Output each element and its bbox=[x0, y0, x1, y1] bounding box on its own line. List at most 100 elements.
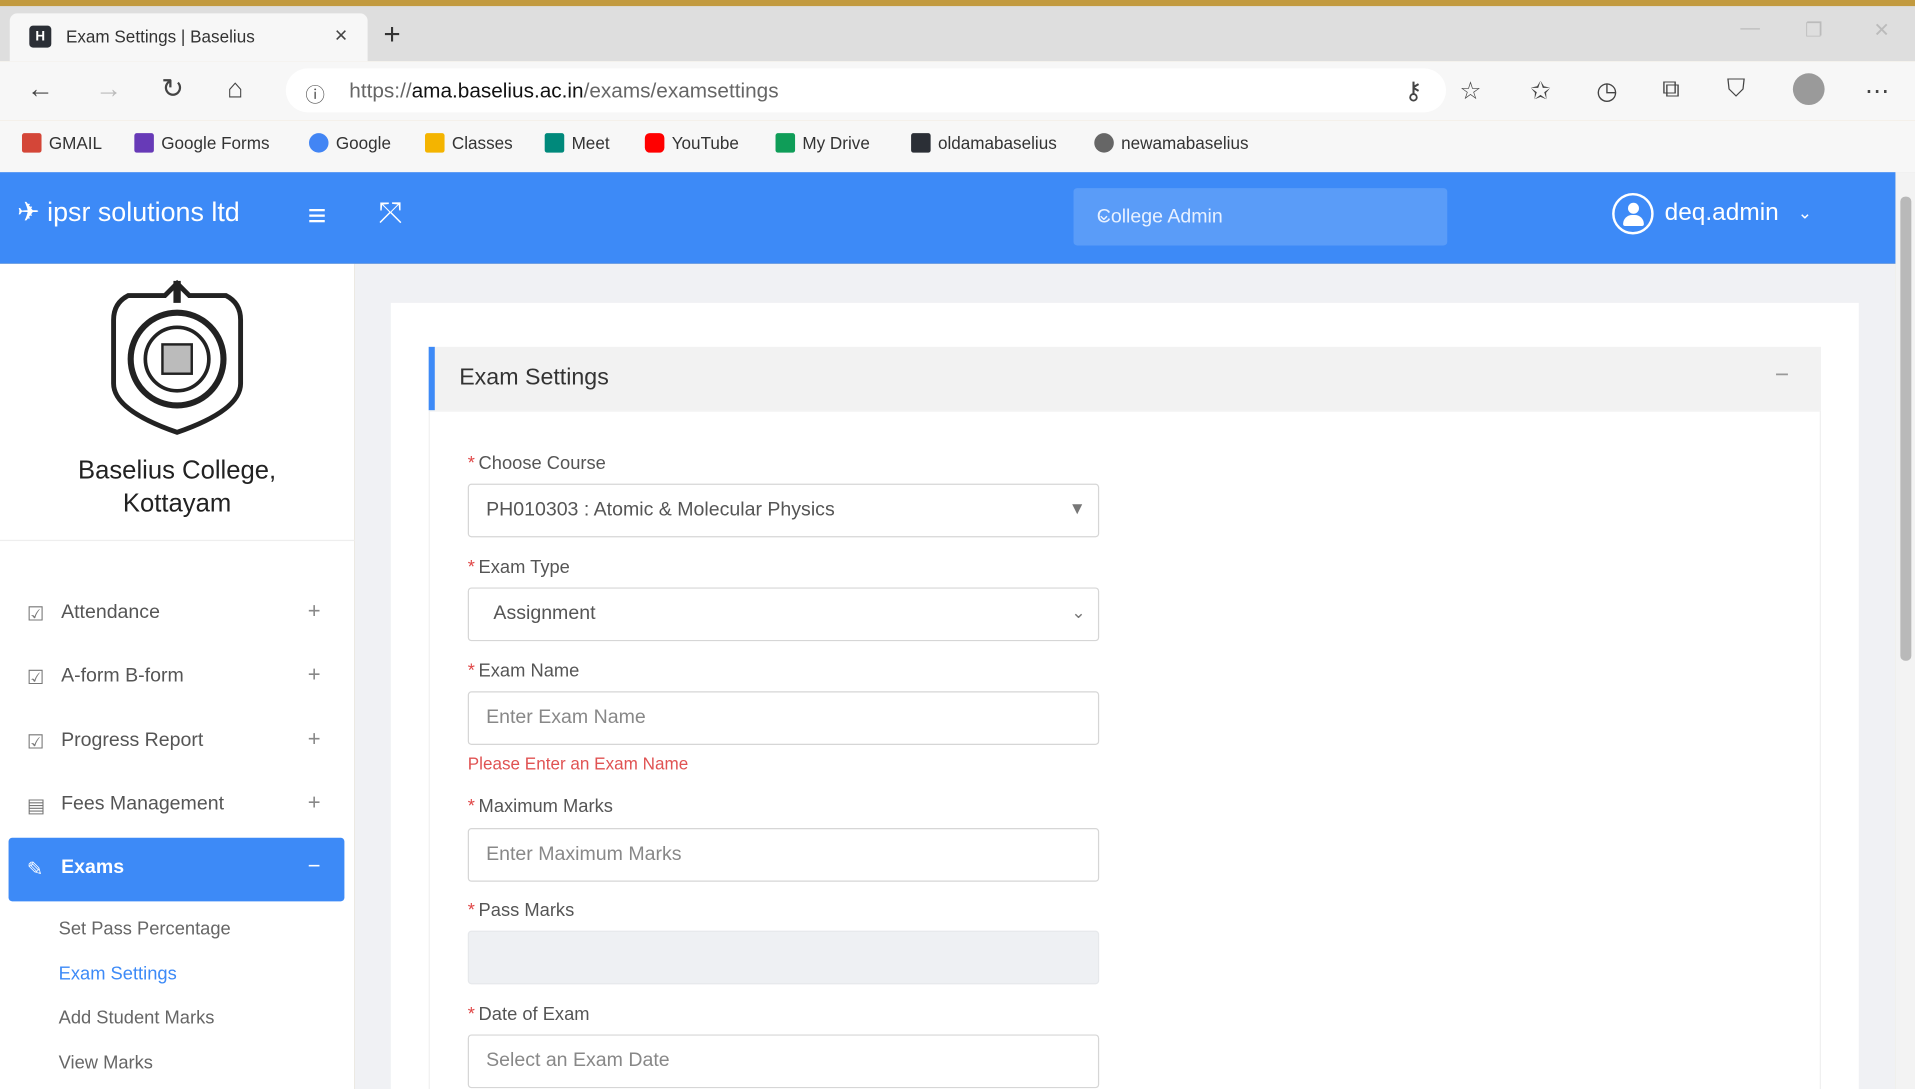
tab-title: Exam Settings | Baselius bbox=[65, 26, 255, 47]
checkbox-icon: ☑ bbox=[26, 732, 45, 754]
more-menu-icon[interactable]: ⋯ bbox=[1865, 76, 1889, 107]
subnav-add-student-marks[interactable]: Add Student Marks bbox=[59, 1008, 215, 1029]
brand-bird-icon: ✈ bbox=[17, 196, 40, 228]
window-close-icon[interactable]: ✕ bbox=[1873, 18, 1889, 42]
chevron-down-icon: ⌄ bbox=[1797, 202, 1813, 223]
tab-close-icon[interactable]: × bbox=[335, 23, 348, 49]
forward-arrow-icon[interactable]: → bbox=[95, 73, 122, 105]
bookmark-my-drive[interactable]: My Drive bbox=[775, 133, 870, 153]
max-marks-input[interactable]: Enter Maximum Marks bbox=[467, 828, 1100, 882]
sidebar-item-attendance[interactable]: ☑ Attendance + bbox=[0, 583, 354, 644]
gmail-icon bbox=[21, 133, 42, 153]
collections-icon[interactable]: ⧉ bbox=[1662, 76, 1679, 104]
sidebar-divider bbox=[0, 539, 355, 542]
chevron-down-icon: ⌄ bbox=[1071, 602, 1086, 622]
panel-title: Exam Settings bbox=[459, 365, 609, 391]
bookmark-youtube[interactable]: YouTube bbox=[644, 133, 739, 153]
exam-date-label: * Date of Exam bbox=[467, 1003, 590, 1025]
user-avatar-icon bbox=[1612, 192, 1654, 235]
exam-date-placeholder: Select an Exam Date bbox=[486, 1050, 670, 1072]
expand-plus-icon[interactable]: + bbox=[308, 662, 321, 688]
panel-header: Exam Settings − bbox=[428, 346, 1821, 411]
subnav-view-marks[interactable]: View Marks bbox=[59, 1053, 153, 1074]
new-ama-icon bbox=[1094, 133, 1114, 153]
minimize-icon[interactable]: — bbox=[1740, 18, 1760, 40]
panel-collapse-icon[interactable]: − bbox=[1775, 362, 1789, 390]
exam-type-value: Assignment bbox=[493, 603, 596, 625]
exam-name-error: Please Enter an Exam Name bbox=[467, 753, 689, 774]
add-favorite-icon[interactable]: ☆ bbox=[1459, 76, 1481, 107]
checkbox-icon: ☑ bbox=[26, 604, 45, 626]
bookmark-google[interactable]: Google bbox=[308, 133, 391, 153]
reload-icon[interactable]: ↻ bbox=[161, 73, 184, 105]
edit-icon: ✎ bbox=[26, 859, 44, 881]
site-info-icon[interactable]: ⓘ bbox=[305, 78, 325, 107]
old-ama-icon bbox=[911, 133, 931, 153]
menu-toggle-icon[interactable]: ≡ bbox=[308, 197, 327, 235]
sidebar-item-label: Attendance bbox=[61, 602, 160, 623]
username: deq.admin bbox=[1664, 199, 1779, 226]
extensions-icon[interactable]: ⛉ bbox=[1727, 76, 1745, 104]
expand-plus-icon[interactable]: + bbox=[308, 790, 321, 816]
maximize-icon[interactable]: ❐ bbox=[1805, 18, 1823, 42]
subnav-set-pass-percentage[interactable]: Set Pass Percentage bbox=[59, 918, 231, 939]
sidebar-item-label: A-form B-form bbox=[61, 665, 184, 687]
pass-marks-label: * Pass Marks bbox=[467, 900, 575, 921]
sidebar: Baselius College, Kottayam ☑ Attendance … bbox=[0, 263, 355, 1089]
sidebar-item-aform-bform[interactable]: ☑ A-form B-form + bbox=[0, 646, 354, 707]
max-marks-label: * Maximum Marks bbox=[467, 796, 613, 818]
drive-icon bbox=[775, 133, 796, 153]
college-crest-icon bbox=[111, 279, 244, 435]
course-select[interactable]: PH010303 : Atomic & Molecular Physics ▼ bbox=[467, 483, 1100, 538]
bookmarks-bar: GMAIL Google Forms Google Classes Meet Y… bbox=[0, 120, 1915, 174]
profile-avatar-icon[interactable] bbox=[1792, 73, 1825, 106]
sidebar-item-label: Exams bbox=[61, 857, 125, 879]
chevron-down-icon: ⌄ bbox=[1096, 203, 1112, 224]
key-icon[interactable]: ⚷ bbox=[1404, 76, 1422, 107]
browser-tab[interactable]: H Exam Settings | Baselius × bbox=[9, 13, 368, 62]
expand-plus-icon[interactable]: + bbox=[308, 727, 321, 753]
exam-date-input[interactable]: Select an Exam Date bbox=[467, 1034, 1100, 1089]
exam-type-label: * Exam Type bbox=[467, 556, 570, 578]
bookmark-newamabaselius[interactable]: newamabaselius bbox=[1094, 133, 1249, 153]
exam-type-select[interactable]: Assignment ⌄ bbox=[467, 587, 1100, 642]
expand-plus-icon[interactable]: + bbox=[308, 598, 321, 624]
bookmark-google-forms[interactable]: Google Forms bbox=[134, 133, 270, 153]
bookmark-classes[interactable]: Classes bbox=[425, 133, 513, 153]
browser-tab-strip: H Exam Settings | Baselius × + — ❐ ✕ bbox=[0, 6, 1915, 62]
pass-marks-input bbox=[467, 930, 1100, 985]
checkbox-icon: ☑ bbox=[26, 668, 45, 689]
role-select[interactable]: College Admin ⌄ bbox=[1073, 188, 1448, 246]
address-bar[interactable]: ⓘ https://ama.baselius.ac.in/exams/exams… bbox=[285, 68, 1447, 113]
exam-name-label: * Exam Name bbox=[467, 660, 580, 682]
scrollbar-thumb[interactable] bbox=[1900, 196, 1912, 661]
home-icon[interactable]: ⌂ bbox=[227, 73, 243, 105]
fullscreen-icon[interactable]: ⤧ bbox=[379, 197, 402, 231]
url-text: https://ama.baselius.ac.in/exams/examset… bbox=[349, 79, 779, 103]
new-tab-button[interactable]: + bbox=[383, 18, 400, 52]
exam-name-placeholder: Enter Exam Name bbox=[486, 707, 646, 728]
sidebar-item-progress-report[interactable]: ☑ Progress Report + bbox=[0, 711, 354, 772]
subnav-exam-settings[interactable]: Exam Settings bbox=[59, 964, 177, 985]
history-icon[interactable]: ◷ bbox=[1596, 76, 1617, 107]
back-arrow-icon[interactable]: ← bbox=[27, 73, 54, 105]
bookmark-oldamabaselius[interactable]: oldamabaselius bbox=[911, 133, 1057, 153]
document-icon: ▤ bbox=[26, 796, 46, 818]
course-select-value: PH010303 : Atomic & Molecular Physics bbox=[486, 499, 835, 521]
triangle-down-icon: ▼ bbox=[1068, 498, 1086, 518]
bookmark-meet[interactable]: Meet bbox=[544, 133, 610, 153]
exam-name-input[interactable]: Enter Exam Name bbox=[467, 691, 1100, 745]
sidebar-item-fees-management[interactable]: ▤ Fees Management + bbox=[0, 774, 354, 835]
favorites-icon[interactable]: ✩ bbox=[1530, 76, 1550, 107]
page-scrollbar[interactable] bbox=[1895, 172, 1915, 1089]
collapse-minus-icon[interactable]: − bbox=[308, 854, 321, 880]
brand-logo[interactable]: ✈ ipsr solutions ltd bbox=[17, 197, 240, 229]
college-name: Baselius College, Kottayam bbox=[77, 456, 277, 518]
bookmark-gmail[interactable]: GMAIL bbox=[21, 133, 102, 153]
sidebar-item-exams[interactable]: ✎ Exams − bbox=[8, 837, 345, 902]
site-favicon-icon: H bbox=[29, 25, 52, 48]
sidebar-item-label: Progress Report bbox=[61, 730, 204, 752]
youtube-icon bbox=[644, 133, 665, 153]
google-forms-icon bbox=[134, 133, 154, 153]
google-icon bbox=[308, 133, 329, 153]
